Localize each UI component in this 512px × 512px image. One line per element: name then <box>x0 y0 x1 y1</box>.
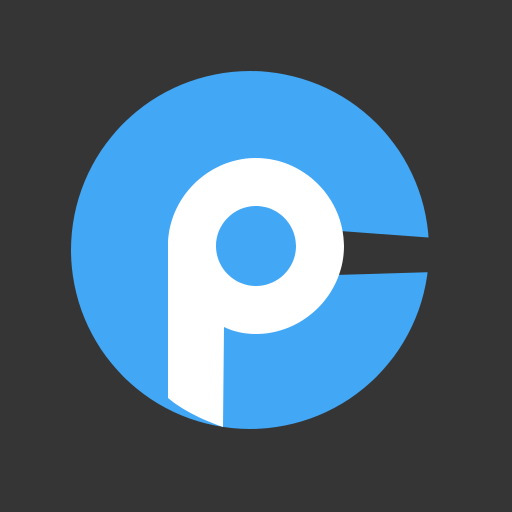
app-logo-icon <box>0 0 512 512</box>
